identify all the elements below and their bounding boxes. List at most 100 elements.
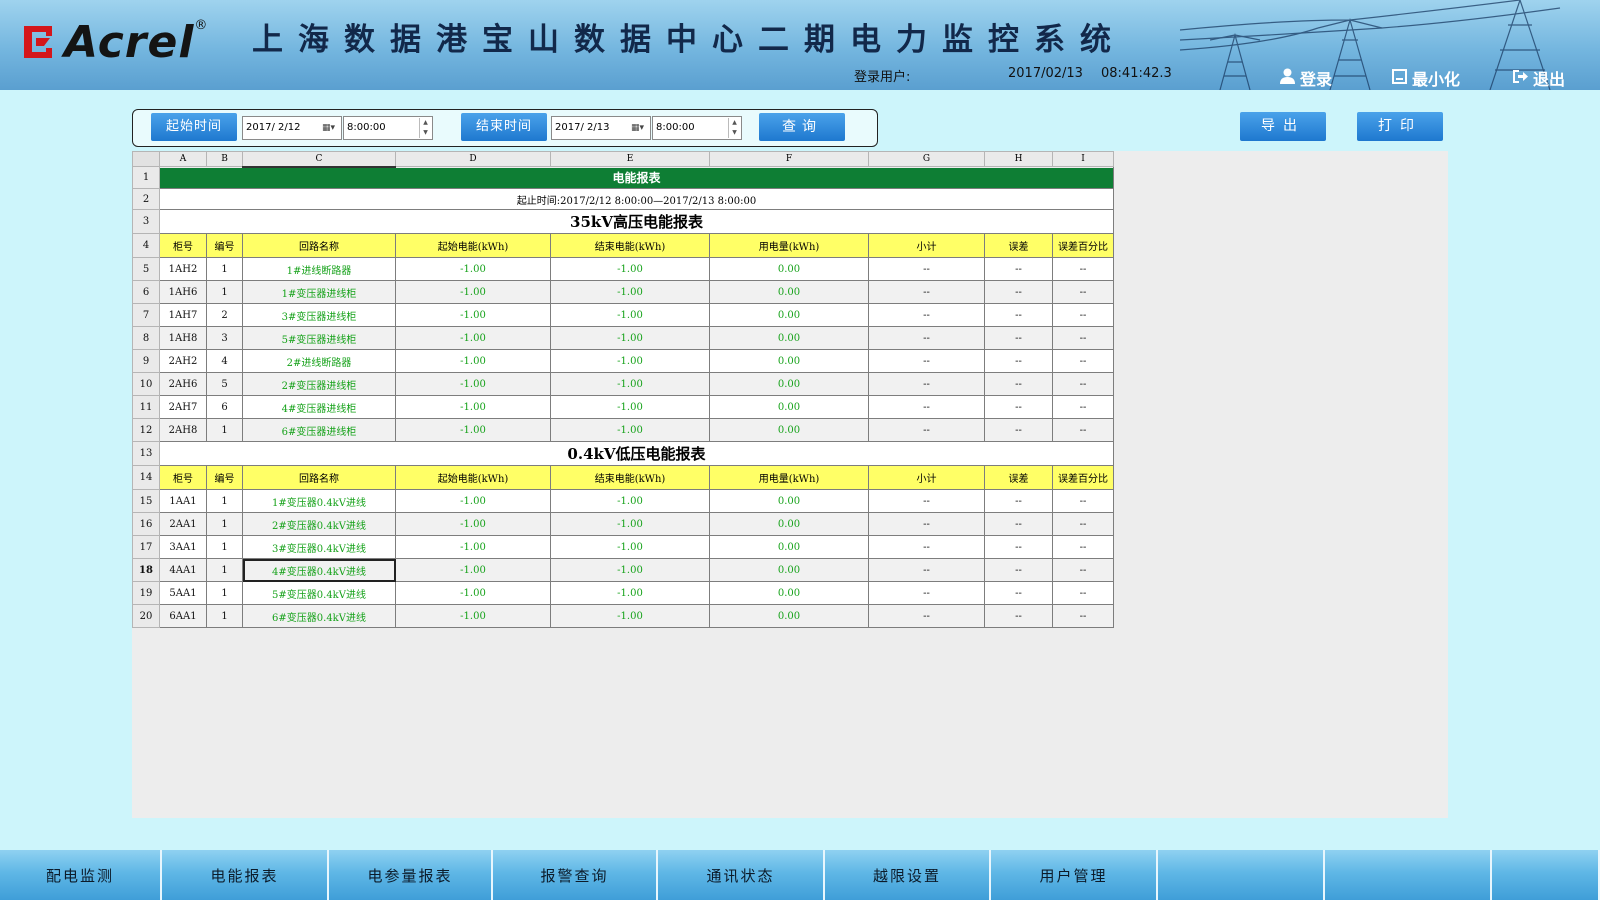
- table-cell[interactable]: --: [984, 512, 1053, 536]
- column-header-f[interactable]: F: [709, 151, 869, 167]
- row-header[interactable]: 9: [132, 349, 160, 373]
- table-cell[interactable]: -1.00: [550, 372, 710, 396]
- table-cell[interactable]: 2AA1: [159, 512, 207, 536]
- table-cell[interactable]: -1.00: [550, 512, 710, 536]
- query-button[interactable]: 查询: [759, 113, 845, 141]
- table-cell[interactable]: 1: [206, 535, 243, 559]
- column-header-b[interactable]: B: [206, 151, 243, 167]
- table-cell[interactable]: 0.00: [709, 372, 869, 396]
- table-cell[interactable]: 1AH6: [159, 280, 207, 304]
- table-header-cell[interactable]: 误差: [984, 233, 1053, 258]
- table-cell[interactable]: --: [868, 604, 985, 628]
- table-cell[interactable]: 2#进线断路器: [242, 349, 396, 373]
- start-time-field[interactable]: 8:00:00 ▲ ▼: [343, 116, 433, 140]
- table-cell[interactable]: 0.00: [709, 395, 869, 419]
- table-cell[interactable]: --: [984, 581, 1053, 605]
- table-cell[interactable]: 0.00: [709, 581, 869, 605]
- nav-item-5[interactable]: 通讯状态: [658, 850, 825, 900]
- table-cell[interactable]: 2#变压器0.4kV进线: [242, 512, 396, 536]
- row-header[interactable]: 2: [132, 188, 160, 210]
- select-all-corner[interactable]: [132, 151, 160, 167]
- table-cell[interactable]: -1.00: [395, 257, 551, 281]
- row-header[interactable]: 17: [132, 535, 160, 559]
- table-cell[interactable]: 4AA1: [159, 558, 207, 582]
- table-cell[interactable]: 5#变压器进线柜: [242, 326, 396, 350]
- table-cell[interactable]: --: [984, 535, 1053, 559]
- table-cell[interactable]: --: [1052, 257, 1114, 281]
- nav-item-6[interactable]: 越限设置: [825, 850, 991, 900]
- table-cell[interactable]: --: [1052, 512, 1114, 536]
- row-header[interactable]: 12: [132, 418, 160, 442]
- minimize-button[interactable]: 最小化: [1392, 66, 1460, 90]
- table-cell[interactable]: -1.00: [550, 303, 710, 327]
- table-cell[interactable]: 1: [206, 512, 243, 536]
- nav-item-3[interactable]: 电参量报表: [329, 850, 493, 900]
- table-cell[interactable]: --: [984, 303, 1053, 327]
- row-header[interactable]: 20: [132, 604, 160, 628]
- table-header-cell[interactable]: 小计: [868, 465, 985, 490]
- column-header-i[interactable]: I: [1052, 151, 1114, 167]
- table-header-cell[interactable]: 用电量(kWh): [709, 233, 869, 258]
- table-cell[interactable]: 4#变压器0.4kV进线: [242, 558, 396, 582]
- table-cell[interactable]: 1#进线断路器: [242, 257, 396, 281]
- spin-up-icon[interactable]: ▲: [729, 118, 740, 128]
- row-header[interactable]: 7: [132, 303, 160, 327]
- table-cell[interactable]: 0.00: [709, 257, 869, 281]
- table-cell[interactable]: --: [868, 418, 985, 442]
- table-cell[interactable]: --: [984, 395, 1053, 419]
- table-cell[interactable]: 6#变压器进线柜: [242, 418, 396, 442]
- table-cell[interactable]: -1.00: [395, 418, 551, 442]
- table-cell[interactable]: 5#变压器0.4kV进线: [242, 581, 396, 605]
- table-cell[interactable]: -1.00: [550, 418, 710, 442]
- nav-item-9[interactable]: [1325, 850, 1492, 900]
- spin-down-icon[interactable]: ▼: [420, 128, 431, 138]
- table-cell[interactable]: --: [984, 604, 1053, 628]
- calendar-dropdown-icon[interactable]: ▦▾: [631, 122, 645, 134]
- table-cell[interactable]: -1.00: [550, 558, 710, 582]
- row-header[interactable]: 11: [132, 395, 160, 419]
- table-cell[interactable]: --: [1052, 349, 1114, 373]
- column-header-c[interactable]: C: [242, 151, 396, 168]
- table-header-cell[interactable]: 结束电能(kWh): [550, 233, 710, 258]
- table-cell[interactable]: --: [1052, 372, 1114, 396]
- table-cell[interactable]: -1.00: [395, 512, 551, 536]
- table-cell[interactable]: 5: [206, 372, 243, 396]
- column-header-a[interactable]: A: [159, 151, 207, 167]
- table-cell[interactable]: --: [984, 326, 1053, 350]
- table-cell[interactable]: --: [984, 372, 1053, 396]
- table-header-cell[interactable]: 小计: [868, 233, 985, 258]
- table-cell[interactable]: 3#变压器0.4kV进线: [242, 535, 396, 559]
- table-header-cell[interactable]: 柜号: [159, 465, 207, 490]
- end-time-spinner[interactable]: ▲ ▼: [728, 118, 740, 138]
- table-cell[interactable]: 0.00: [709, 349, 869, 373]
- table-cell[interactable]: 0.00: [709, 558, 869, 582]
- table-cell[interactable]: -1.00: [395, 349, 551, 373]
- table-cell[interactable]: --: [1052, 418, 1114, 442]
- row-header[interactable]: 1: [132, 166, 160, 189]
- table-cell[interactable]: --: [1052, 326, 1114, 350]
- table-header-cell[interactable]: 起始电能(kWh): [395, 233, 551, 258]
- table-cell[interactable]: -1.00: [550, 395, 710, 419]
- table-cell[interactable]: --: [868, 326, 985, 350]
- column-header-h[interactable]: H: [984, 151, 1053, 167]
- table-cell[interactable]: -1.00: [395, 326, 551, 350]
- table-cell[interactable]: --: [984, 257, 1053, 281]
- row-header[interactable]: 5: [132, 257, 160, 281]
- start-date-picker[interactable]: 2017/ 2/12 ▦▾: [242, 116, 342, 140]
- table-cell[interactable]: 1: [206, 418, 243, 442]
- table-header-cell[interactable]: 起始电能(kWh): [395, 465, 551, 490]
- table-cell[interactable]: -1.00: [550, 581, 710, 605]
- table-header-cell[interactable]: 编号: [206, 465, 243, 490]
- table-cell[interactable]: -1.00: [395, 303, 551, 327]
- table-cell[interactable]: 0.00: [709, 535, 869, 559]
- nav-item-8[interactable]: [1158, 850, 1325, 900]
- table-cell[interactable]: -1.00: [550, 604, 710, 628]
- table-cell[interactable]: 4: [206, 349, 243, 373]
- row-header[interactable]: 16: [132, 512, 160, 536]
- table-cell[interactable]: 1AH8: [159, 326, 207, 350]
- table-cell[interactable]: 1: [206, 581, 243, 605]
- row-header[interactable]: 15: [132, 489, 160, 513]
- table-header-cell[interactable]: 用电量(kWh): [709, 465, 869, 490]
- nav-item-10[interactable]: [1492, 850, 1600, 900]
- table-cell[interactable]: 6: [206, 395, 243, 419]
